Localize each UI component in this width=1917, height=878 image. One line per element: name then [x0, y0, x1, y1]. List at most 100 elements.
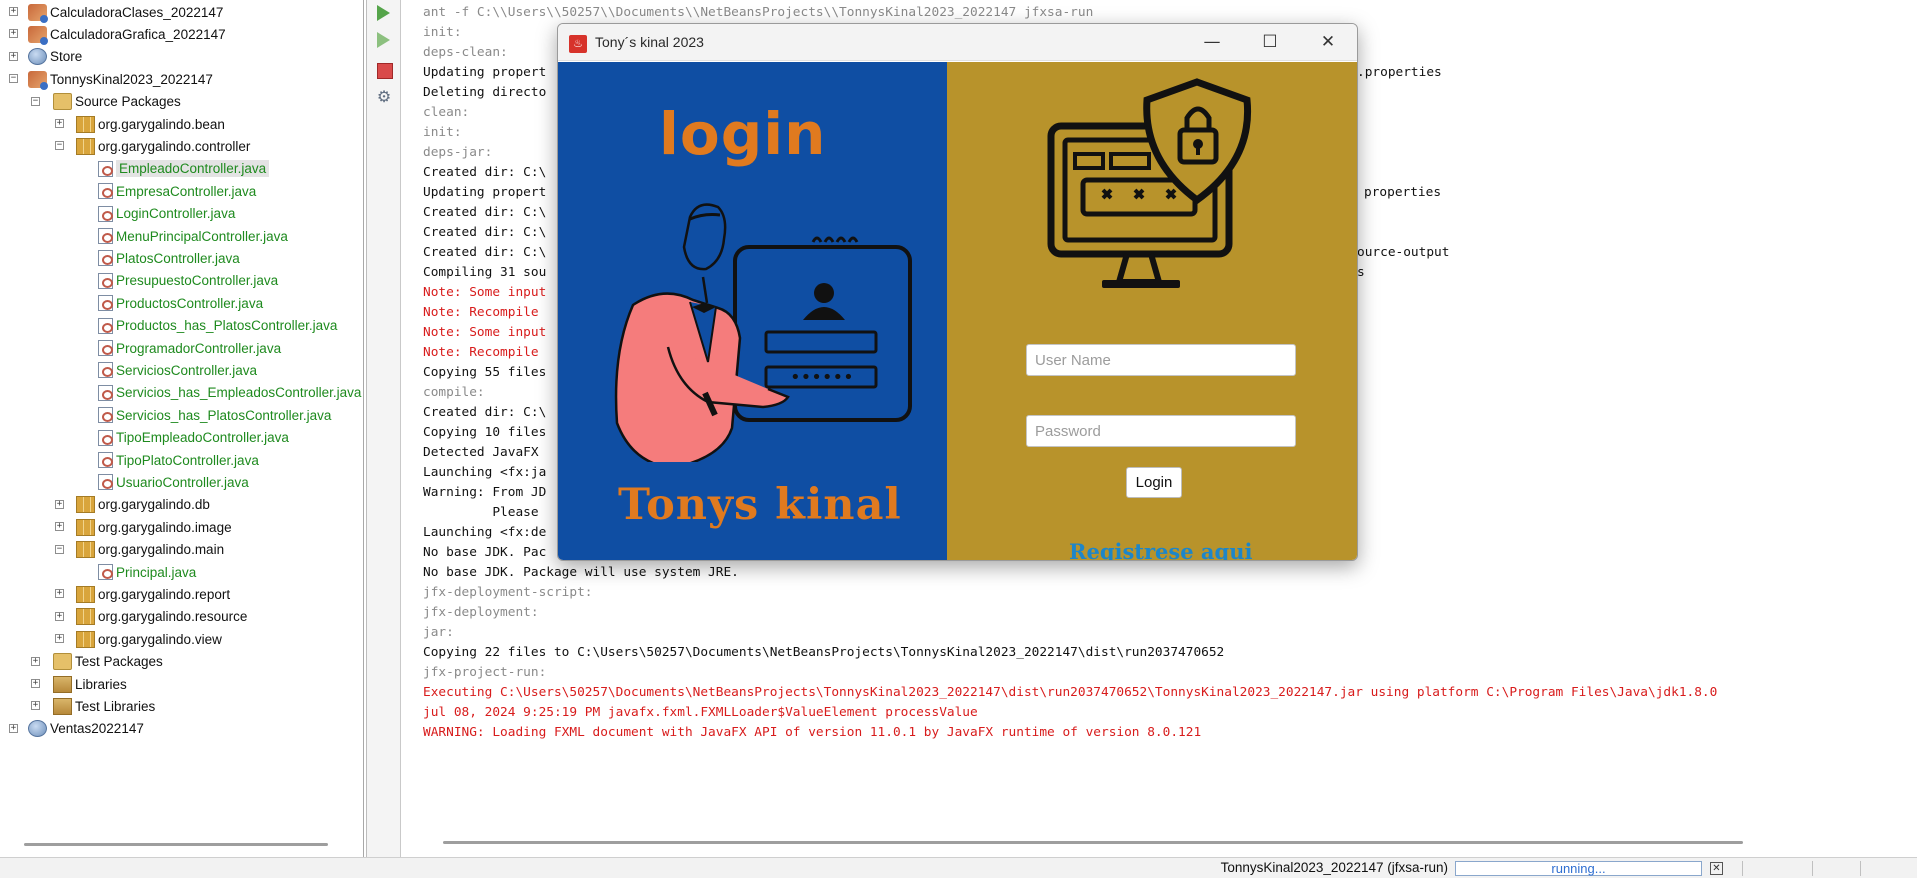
tree-node-label: ProductosController.java — [116, 295, 264, 311]
tree-expand-toggle[interactable]: + — [9, 723, 18, 733]
window-titlebar[interactable]: ♨ Tony´s kinal 2023 — ☐ ✕ — [558, 24, 1357, 61]
java-file-icon — [98, 407, 113, 424]
console-line: ant -f C:\\Users\\50257\\Documents\\NetB… — [423, 5, 1094, 20]
status-bar: TonnysKinal2023_2022147 (jfxsa-run) runn… — [0, 857, 1917, 878]
ant-settings-icon[interactable]: ⚙ — [374, 88, 394, 108]
tree-node[interactable]: ServiciosController.java — [98, 359, 257, 381]
status-separator — [1742, 861, 1743, 876]
tree-node-label: Servicios_has_PlatosController.java — [116, 407, 332, 423]
tree-node[interactable]: LoginController.java — [98, 203, 235, 225]
tree-node[interactable]: Test Libraries — [53, 695, 155, 717]
tree-expand-toggle[interactable]: + — [55, 611, 64, 621]
console-line: Updating propert — [423, 185, 547, 200]
tree-node[interactable]: EmpresaController.java — [98, 180, 256, 202]
tree-expand-toggle[interactable]: + — [55, 499, 64, 509]
tree-expand-toggle[interactable]: − — [9, 74, 18, 84]
tree-node-label: Ventas2022147 — [50, 721, 144, 737]
projects-panel: + CalculadoraClases_2022147 + CalculadoraGr… — [0, 0, 364, 857]
tree-node[interactable]: TonnysKinal2023_2022147 — [28, 68, 213, 90]
tree-node[interactable]: org.garygalindo.db — [76, 494, 210, 516]
tree-node[interactable]: Servicios_has_EmpleadosController.java — [98, 382, 361, 404]
tree-expand-toggle[interactable]: − — [55, 544, 64, 554]
tree-node[interactable]: Test Packages — [53, 651, 163, 673]
tree-expand-toggle[interactable]: + — [9, 51, 18, 61]
tree-node[interactable]: org.garygalindo.bean — [76, 113, 225, 135]
stop-icon[interactable] — [374, 60, 394, 80]
console-line-tail: ource-output — [1357, 245, 1450, 260]
login-button[interactable]: Login — [1126, 467, 1182, 498]
tree-node[interactable]: Libraries — [53, 673, 127, 695]
console-line: Created dir: C:\ — [423, 165, 547, 180]
java-file-icon — [98, 452, 113, 468]
tree-node[interactable]: PresupuestoController.java — [98, 270, 278, 292]
maximize-icon[interactable]: ☐ — [1241, 24, 1299, 61]
tree-node-label: EmpresaController.java — [116, 183, 257, 199]
tree-node[interactable]: Ventas2022147 — [28, 718, 144, 740]
status-task-name[interactable]: TonnysKinal2023_2022147 (jfxsa-run) — [1221, 860, 1448, 875]
tree-node[interactable]: org.garygalindo.resource — [76, 606, 247, 628]
java-file-icon — [98, 272, 113, 289]
register-link[interactable]: Registrese aqui — [1069, 539, 1252, 560]
console-line: No base JDK. Pac — [423, 545, 547, 560]
man-holding-login-card-illustration: •••••• — [614, 203, 912, 462]
window-title: Tony´s kinal 2023 — [595, 34, 704, 50]
projects-horizontal-scrollbar[interactable] — [24, 843, 328, 846]
login-heading: login — [659, 100, 827, 168]
tree-expand-toggle[interactable]: + — [31, 679, 40, 688]
security-monitor-lock-icon — [1047, 78, 1252, 288]
minimize-icon[interactable]: — — [1183, 24, 1241, 61]
tree-node[interactable]: CalculadoraClases_2022147 — [28, 1, 223, 23]
tree-expand-toggle[interactable]: + — [55, 589, 64, 599]
console-line: jfx-deployment-script: — [423, 585, 593, 600]
tree-node[interactable]: CalculadoraGrafica_2022147 — [28, 23, 226, 45]
tree-node[interactable]: TipoPlatoController.java — [98, 449, 259, 471]
tree-node[interactable]: Store — [28, 46, 82, 68]
tree-node[interactable]: MenuPrincipalController.java — [98, 225, 288, 247]
tree-expand-toggle[interactable]: + — [31, 656, 40, 666]
tree-node[interactable]: TipoEmpleadoController.java — [98, 427, 289, 449]
output-horizontal-scrollbar[interactable] — [443, 841, 1743, 844]
tree-node-label: org.garygalindo.image — [98, 519, 232, 535]
tree-node[interactable]: Servicios_has_PlatosController.java — [98, 404, 331, 426]
console-line: Please — [423, 505, 539, 520]
console-line: Created dir: C:\ — [423, 205, 547, 220]
java-file-icon — [98, 250, 113, 267]
rerun-icon[interactable] — [374, 3, 394, 23]
tree-expand-toggle[interactable]: + — [55, 634, 64, 644]
java-file-icon — [98, 228, 113, 244]
console-line: Note: Some input — [423, 285, 547, 300]
tree-expand-toggle[interactable]: + — [9, 29, 18, 39]
tree-expand-toggle[interactable]: + — [55, 522, 64, 532]
tree-expand-toggle[interactable]: − — [31, 96, 40, 106]
cancel-task-icon[interactable]: ✕ — [1710, 862, 1723, 875]
close-icon[interactable]: ✕ — [1299, 24, 1357, 61]
password-input[interactable] — [1026, 415, 1296, 447]
status-progress-bar[interactable]: running... — [1455, 861, 1702, 876]
tree-node[interactable]: PlatosController.java — [98, 247, 240, 269]
tree-expand-toggle[interactable]: + — [55, 119, 64, 128]
tree-expand-toggle[interactable]: − — [55, 141, 64, 151]
tree-node[interactable]: org.garygalindo.report — [76, 583, 230, 605]
tree-node[interactable]: org.garygalindo.controller — [76, 135, 250, 157]
tree-node[interactable]: ProductosController.java — [98, 292, 263, 314]
tree-node[interactable]: UsuarioController.java — [98, 471, 249, 493]
console-line-tail: properties — [1364, 185, 1442, 200]
tree-node-label: org.garygalindo.resource — [98, 609, 248, 625]
tree-expand-toggle[interactable]: + — [9, 7, 18, 16]
console-line-tail: .properties — [1357, 65, 1442, 80]
java-file-icon — [98, 317, 113, 334]
tree-node[interactable]: org.garygalindo.view — [76, 628, 222, 650]
tree-node[interactable]: Principal.java — [98, 561, 196, 583]
login-right-panel: Login Registrese aqui — [947, 62, 1357, 560]
tree-node[interactable]: Productos_has_PlatosController.java — [98, 315, 337, 337]
tree-node[interactable]: Source Packages — [53, 91, 181, 113]
tree-expand-toggle[interactable]: + — [31, 701, 40, 711]
console-line: init: — [423, 25, 462, 40]
tree-node[interactable]: EmpleadoController.java — [98, 158, 270, 180]
console-line: No base JDK. Package will use system JRE… — [423, 565, 739, 580]
tree-node[interactable]: ProgramadorController.java — [98, 337, 281, 359]
rerun-with-different-parameters-icon[interactable] — [374, 30, 394, 50]
tree-node[interactable]: org.garygalindo.image — [76, 516, 232, 538]
username-input[interactable] — [1026, 344, 1296, 376]
tree-node[interactable]: org.garygalindo.main — [76, 539, 224, 561]
